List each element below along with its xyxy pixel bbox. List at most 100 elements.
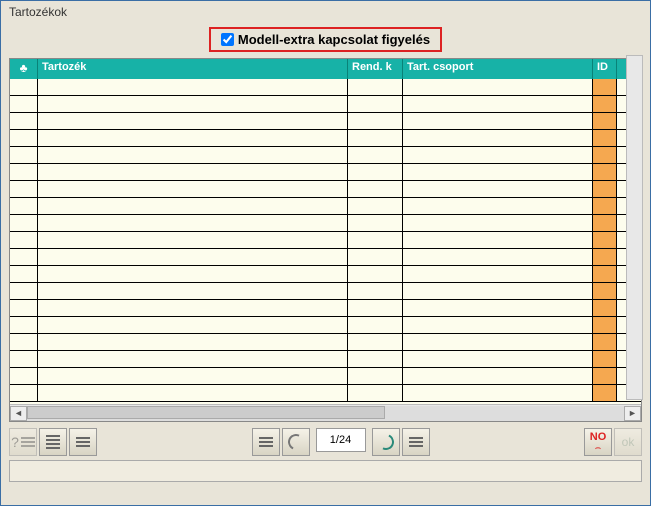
row-tartozek-cell [38,215,348,231]
row-tartozek-cell [38,147,348,163]
list-button-2[interactable] [69,428,97,456]
row-rend-cell [348,283,403,299]
row-icon-cell [10,317,38,333]
row-id-cell [593,164,617,180]
row-csoport-cell [403,249,593,265]
table-row[interactable] [10,351,641,368]
row-id-cell [593,266,617,282]
table-row[interactable] [10,164,641,181]
row-icon-cell [10,283,38,299]
row-rend-cell [348,164,403,180]
column-header-icon[interactable]: ♣ [10,59,38,79]
row-id-cell [593,283,617,299]
scroll-right-icon[interactable]: ► [624,406,641,421]
row-icon-cell [10,249,38,265]
last-page-icon [409,437,423,447]
last-page-button[interactable] [402,428,430,456]
row-tartozek-cell [38,232,348,248]
vertical-scrollbar[interactable] [626,55,643,400]
column-header-csoport[interactable]: Tart. csoport [403,59,593,79]
lines-exclaim-icon [76,437,90,447]
modell-extra-checkbox[interactable]: Modell-extra kapcsolat figyelés [209,27,442,52]
checkbox-highlight-area: Modell-extra kapcsolat figyelés [1,23,650,58]
horizontal-scrollbar[interactable]: ◄ ► [10,404,641,421]
ok-label: ok [622,435,635,449]
page-indicator: 1/24 [316,428,366,452]
row-tartozek-cell [38,385,348,401]
help-button[interactable]: ? [9,428,37,456]
ok-button[interactable]: ok [614,428,642,456]
accessories-grid: ♣ Tartozék Rend. k Tart. csoport ID ◄ ► [9,58,642,422]
scroll-thumb[interactable] [27,406,385,419]
column-header-rend[interactable]: Rend. k [348,59,403,79]
row-rend-cell [348,198,403,214]
table-row[interactable] [10,147,641,164]
row-id-cell [593,113,617,129]
table-row[interactable] [10,334,641,351]
cancel-button[interactable]: NO ⌢ [584,428,612,456]
table-row[interactable] [10,266,641,283]
row-tartozek-cell [38,113,348,129]
table-row[interactable] [10,96,641,113]
row-rend-cell [348,79,403,95]
row-rend-cell [348,215,403,231]
table-row[interactable] [10,300,641,317]
row-csoport-cell [403,351,593,367]
row-tartozek-cell [38,283,348,299]
row-icon-cell [10,334,38,350]
table-row[interactable] [10,198,641,215]
frown-icon: ⌢ [595,443,601,452]
grid-body[interactable] [10,79,641,404]
column-header-id[interactable]: ID [593,59,617,79]
row-icon-cell [10,266,38,282]
row-rend-cell [348,181,403,197]
row-id-cell [593,215,617,231]
row-icon-cell [10,351,38,367]
first-page-button[interactable] [252,428,280,456]
status-bar [9,460,642,482]
row-rend-cell [348,334,403,350]
table-row[interactable] [10,232,641,249]
row-id-cell [593,334,617,350]
table-row[interactable] [10,368,641,385]
first-page-icon [259,437,273,447]
table-row[interactable] [10,130,641,147]
scroll-left-icon[interactable]: ◄ [10,406,27,421]
row-csoport-cell [403,283,593,299]
next-page-button[interactable] [372,428,400,456]
bottom-toolbar: ? 1/24 NO ⌢ ok [9,428,642,456]
pager-group: 1/24 [252,428,430,456]
row-rend-cell [348,130,403,146]
table-row[interactable] [10,79,641,96]
row-icon-cell [10,232,38,248]
row-rend-cell [348,368,403,384]
row-icon-cell [10,164,38,180]
row-rend-cell [348,385,403,401]
modell-extra-checkbox-input[interactable] [221,33,234,46]
row-rend-cell [348,147,403,163]
row-rend-cell [348,266,403,282]
row-tartozek-cell [38,79,348,95]
row-id-cell [593,317,617,333]
table-row[interactable] [10,215,641,232]
column-header-tartozek[interactable]: Tartozék [38,59,348,79]
row-rend-cell [348,317,403,333]
row-icon-cell [10,147,38,163]
row-id-cell [593,79,617,95]
row-csoport-cell [403,266,593,282]
table-row[interactable] [10,113,641,130]
row-tartozek-cell [38,198,348,214]
table-row[interactable] [10,385,641,402]
prev-page-button[interactable] [282,428,310,456]
list-button-1[interactable] [39,428,67,456]
grid-header: ♣ Tartozék Rend. k Tart. csoport ID [10,59,641,79]
row-icon-cell [10,385,38,401]
row-csoport-cell [403,300,593,316]
row-csoport-cell [403,385,593,401]
scroll-track[interactable] [27,406,624,421]
table-row[interactable] [10,283,641,300]
table-row[interactable] [10,249,641,266]
row-id-cell [593,96,617,112]
table-row[interactable] [10,317,641,334]
table-row[interactable] [10,181,641,198]
